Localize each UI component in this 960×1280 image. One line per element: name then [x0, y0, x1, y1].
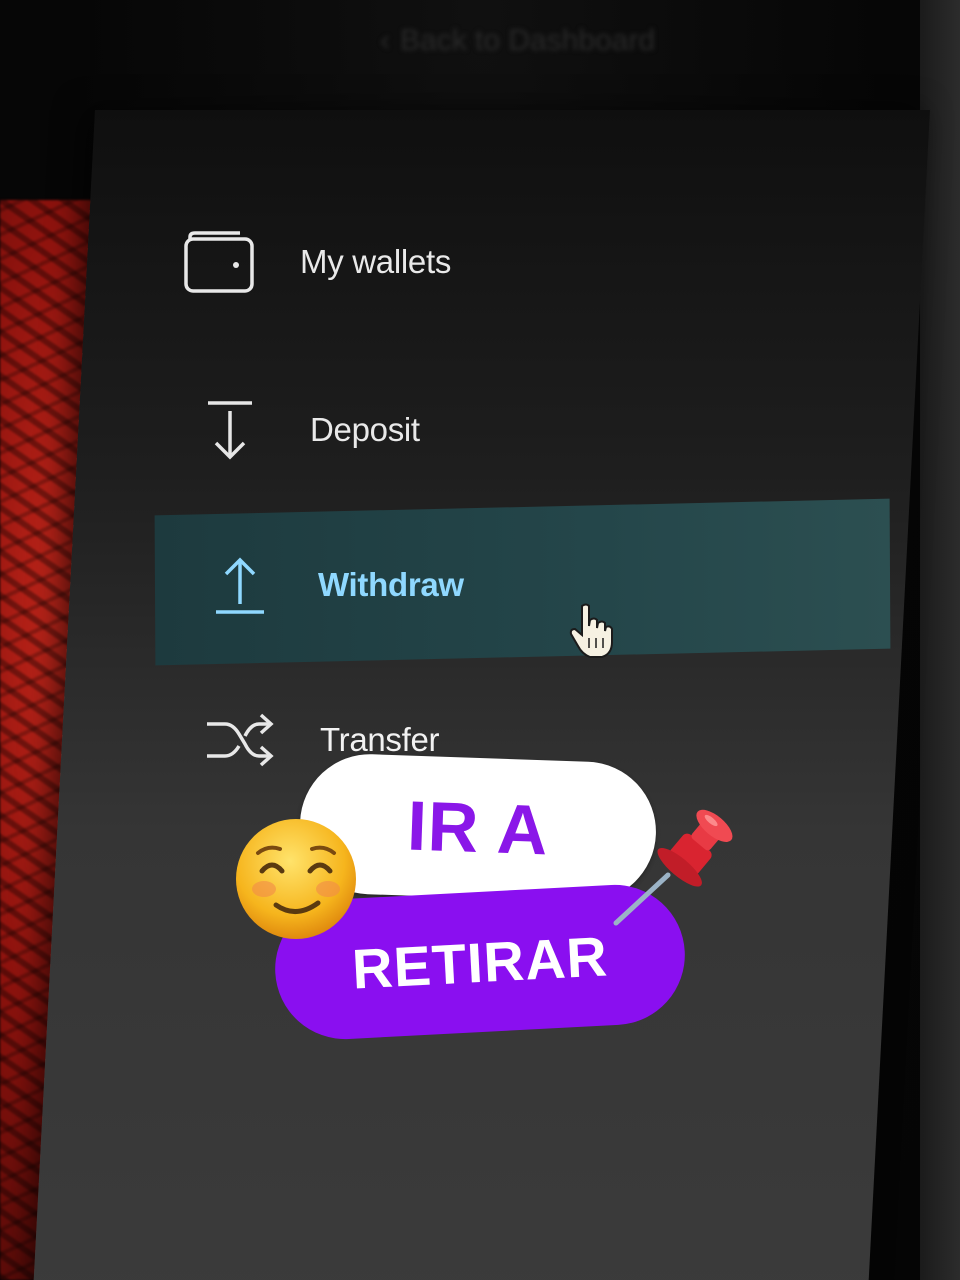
chevron-left-icon: ‹	[380, 24, 390, 57]
sidebar-item-withdraw[interactable]: Withdraw	[198, 545, 464, 625]
screen-bezel	[920, 0, 960, 1280]
sidebar-panel	[32, 110, 931, 1280]
wallet-icon	[180, 222, 260, 302]
withdraw-arrow-icon	[198, 545, 278, 625]
hand-cursor-icon	[569, 603, 613, 658]
deposit-arrow-icon	[190, 390, 270, 470]
sidebar-item-label: Deposit	[310, 411, 420, 448]
sidebar-item-label: Transfer	[320, 721, 440, 758]
smiling-face-icon	[236, 819, 356, 939]
pushpin-icon	[613, 809, 733, 926]
sidebar-item-my-wallets[interactable]: My wallets	[180, 222, 451, 302]
sidebar-item-label: Withdraw	[318, 566, 464, 603]
shuffle-icon	[200, 700, 280, 780]
sidebar-item-deposit[interactable]: Deposit	[190, 390, 420, 470]
screen-photo: ‹ Back to Dashboard My wallets Deposit W…	[0, 0, 960, 1280]
back-to-dashboard-link[interactable]: ‹ Back to Dashboard	[380, 24, 655, 58]
sidebar-item-label: My wallets	[300, 243, 452, 280]
